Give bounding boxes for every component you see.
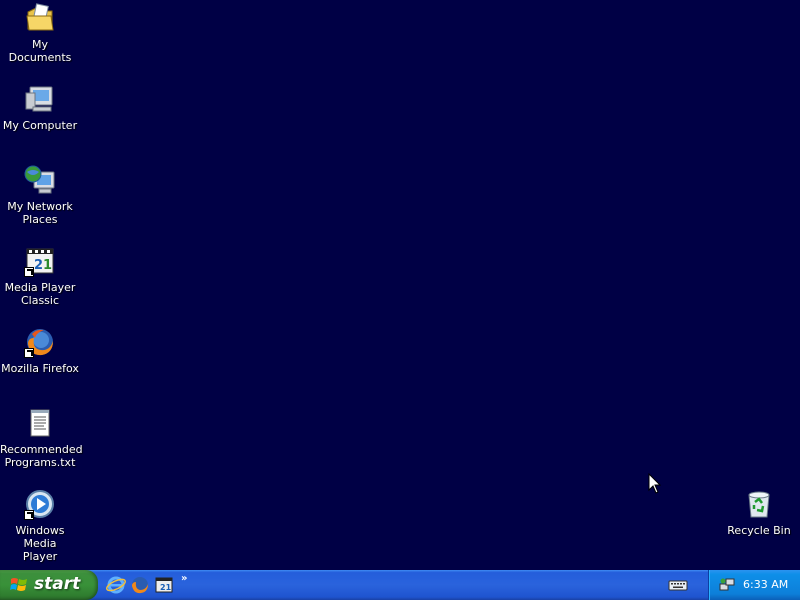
desktop-icon-label: My Documents xyxy=(8,38,72,64)
desktop-icon-label: My Computer xyxy=(2,119,78,132)
shortcut-arrow-icon xyxy=(24,510,34,520)
my-network-places-icon xyxy=(24,164,56,196)
desktop-icon-label: Recommended Programs.txt xyxy=(0,443,83,469)
svg-text:1: 1 xyxy=(43,258,52,273)
text-file-icon xyxy=(24,407,56,439)
desktop-icon-label: Mozilla Firefox xyxy=(1,362,79,375)
taskbar: start 21 » 6:33 AM xyxy=(0,570,800,600)
desktop: My Documents My Computer My Network Plac… xyxy=(0,0,800,570)
desktop-icon-label: My Network Places xyxy=(7,200,73,226)
desktop-icon-label: Windows Media Player xyxy=(15,524,65,563)
quick-launch-more-button[interactable]: » xyxy=(181,573,187,584)
svg-text:21: 21 xyxy=(160,583,172,592)
desktop-icon-label: Media Player Classic xyxy=(4,281,76,307)
start-button[interactable]: start xyxy=(0,570,98,600)
desktop-icon-label: Recycle Bin xyxy=(727,524,791,537)
desktop-icon-mozilla-firefox[interactable]: Mozilla Firefox xyxy=(0,326,80,375)
desktop-icon-my-computer[interactable]: My Computer xyxy=(0,83,80,132)
windows-media-player-icon xyxy=(24,488,56,520)
desktop-icon-recommended-programs[interactable]: Recommended Programs.txt xyxy=(0,407,83,469)
network-status-icon[interactable] xyxy=(719,577,735,593)
ie-icon[interactable] xyxy=(106,575,126,595)
media-player-classic-icon: 2 1 xyxy=(24,245,56,277)
desktop-icon-my-documents[interactable]: My Documents xyxy=(0,2,80,64)
shortcut-arrow-icon xyxy=(24,348,34,358)
firefox-icon xyxy=(24,326,56,358)
recycle-bin-icon xyxy=(743,488,775,520)
windows-logo-icon xyxy=(10,578,27,591)
keyboard-icon[interactable] xyxy=(668,577,688,593)
clock[interactable]: 6:33 AM xyxy=(743,578,788,591)
system-tray: 6:33 AM xyxy=(708,570,800,600)
my-computer-icon xyxy=(24,83,56,115)
desktop-icon-my-network-places[interactable]: My Network Places xyxy=(0,164,80,226)
firefox-quicklaunch-icon[interactable] xyxy=(130,575,150,595)
start-label: start xyxy=(34,574,81,594)
desktop-icon-windows-media-player[interactable]: Windows Media Player xyxy=(0,488,80,563)
shortcut-arrow-icon xyxy=(24,267,34,277)
svg-text:2: 2 xyxy=(34,258,43,273)
desktop-icon-media-player-classic[interactable]: 2 1 Media Player Classic xyxy=(0,245,80,307)
mouse-cursor-icon xyxy=(648,473,662,494)
media-player-classic-quicklaunch-icon[interactable]: 21 xyxy=(154,575,174,595)
my-documents-icon xyxy=(24,2,56,34)
desktop-icon-recycle-bin[interactable]: Recycle Bin xyxy=(719,488,799,537)
